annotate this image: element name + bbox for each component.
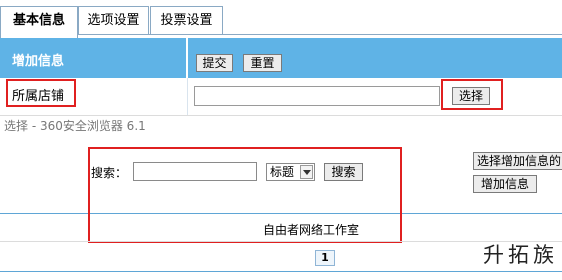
- submit-button[interactable]: 提交: [196, 54, 233, 72]
- watermark: 升拓族: [483, 243, 558, 267]
- store-input[interactable]: [194, 86, 440, 106]
- reset-button[interactable]: 重置: [243, 54, 282, 72]
- search-area-highlight: [88, 147, 402, 243]
- dialog-separator-bottom: [0, 271, 562, 272]
- header-divider: [186, 38, 188, 78]
- tab-basic-info[interactable]: 基本信息: [0, 6, 78, 39]
- add-info-button[interactable]: 增加信息: [473, 175, 537, 193]
- pagination-page[interactable]: 1: [315, 250, 335, 266]
- dialog-separator-mid: [0, 241, 562, 242]
- tab-vote-settings[interactable]: 投票设置: [150, 6, 223, 35]
- dialog-title: 选择 - 360安全浏览器 6.1: [4, 119, 146, 133]
- select-info-button[interactable]: 选择增加信息的: [473, 152, 562, 170]
- tab-underline: [78, 34, 562, 35]
- tab-option-settings[interactable]: 选项设置: [78, 6, 149, 35]
- header-label: 增加信息: [12, 54, 65, 69]
- row-divider: [187, 78, 188, 115]
- choose-button-highlight: [441, 79, 503, 110]
- store-label-highlight: [6, 79, 76, 107]
